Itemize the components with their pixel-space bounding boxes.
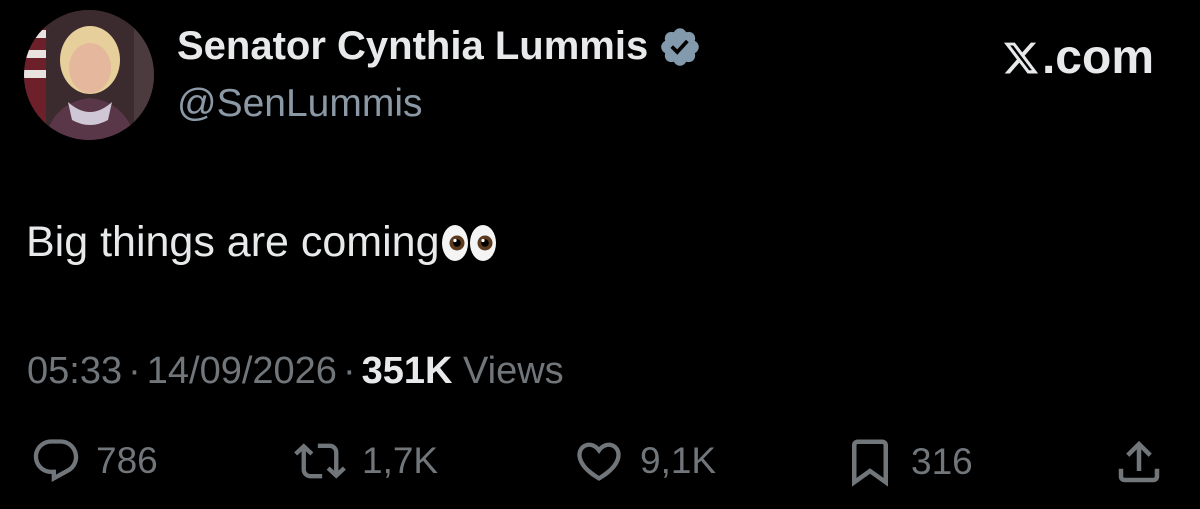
views-count: 351K xyxy=(361,350,453,392)
tweet-body: Big things are coming xyxy=(26,218,497,267)
author-name[interactable]: Senator Cynthia Lummis xyxy=(177,24,702,69)
x-com-logo: .com xyxy=(1002,30,1154,85)
meta-separator: · xyxy=(128,350,141,392)
like-count: 9,1K xyxy=(640,440,717,481)
like-button[interactable]: 9,1K xyxy=(572,435,716,487)
share-button[interactable] xyxy=(1112,435,1166,489)
reply-icon xyxy=(33,439,79,483)
tweet-actions: 786 1,7K 9,1K 316 xyxy=(0,435,1200,495)
reply-button[interactable]: 786 xyxy=(30,435,158,487)
tweet-text: Big things are coming xyxy=(26,218,440,266)
repost-icon xyxy=(294,443,346,479)
bookmark-count: 316 xyxy=(911,441,973,482)
tweet-time[interactable]: 05:33 xyxy=(27,350,122,392)
tweet-date[interactable]: 14/09/2026 xyxy=(147,350,337,392)
author-handle[interactable]: @SenLummis xyxy=(177,82,423,126)
avatar-photo xyxy=(24,10,154,140)
bookmark-icon xyxy=(852,439,888,487)
x-logo-icon xyxy=(1003,42,1039,73)
heart-icon xyxy=(577,442,621,481)
x-com-label: .com xyxy=(1041,31,1154,84)
repost-button[interactable]: 1,7K xyxy=(292,435,438,487)
share-icon xyxy=(1118,440,1160,483)
author-name-text: Senator Cynthia Lummis xyxy=(177,24,649,68)
eyes-emoji xyxy=(441,219,497,267)
views-label: Views xyxy=(463,350,564,392)
verified-badge-icon xyxy=(661,27,699,66)
repost-count: 1,7K xyxy=(362,440,439,481)
tweet-meta: 05:33 · 14/09/2026 · 351K Views xyxy=(27,350,564,393)
bookmark-button[interactable]: 316 xyxy=(843,435,973,489)
meta-separator: · xyxy=(342,350,356,392)
reply-count: 786 xyxy=(96,440,158,481)
avatar[interactable] xyxy=(24,10,154,140)
